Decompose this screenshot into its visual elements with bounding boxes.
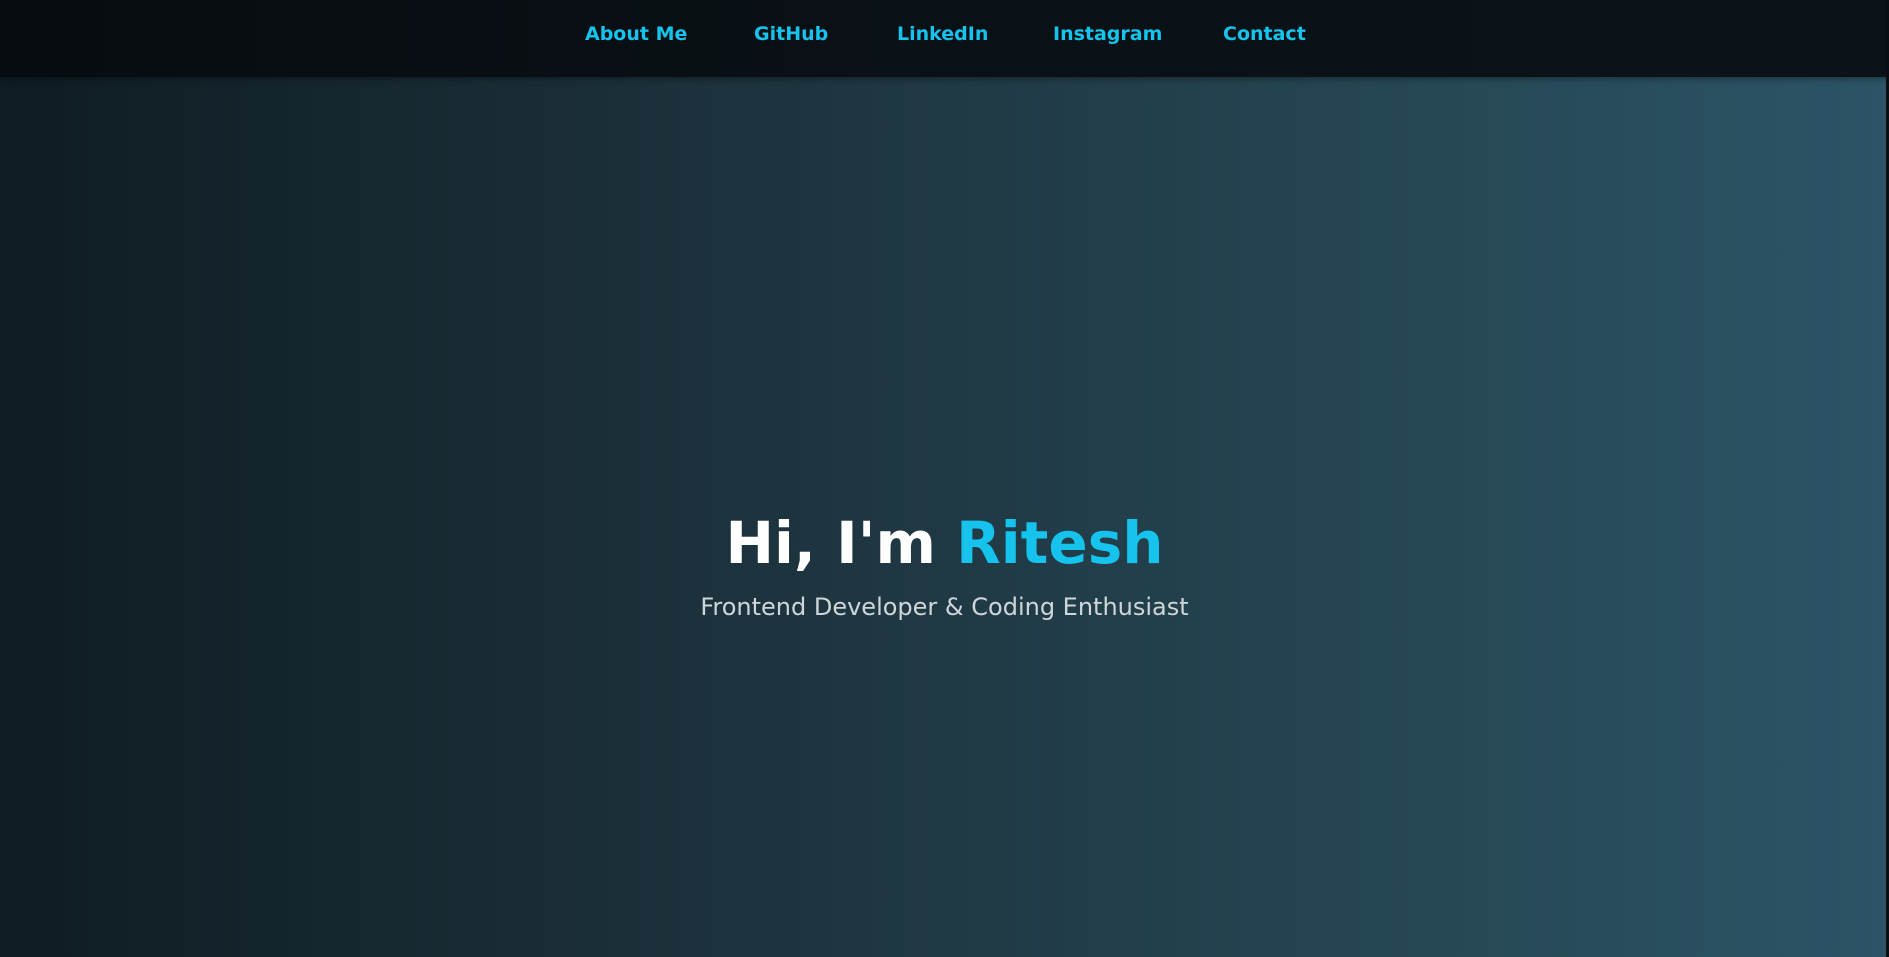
nav-link-linkedin[interactable]: LinkedIn <box>897 22 988 46</box>
nav-link-instagram[interactable]: Instagram <box>1053 22 1162 46</box>
top-navbar: About Me GitHub LinkedIn Instagram Conta… <box>0 0 1889 77</box>
nav-link-github[interactable]: GitHub <box>754 22 828 46</box>
hero-subtitle: Frontend Developer & Coding Enthusiast <box>700 593 1189 621</box>
nav-link-contact[interactable]: Contact <box>1223 22 1306 46</box>
nav-link-about-me[interactable]: About Me <box>585 22 687 46</box>
hero-name: Ritesh <box>956 509 1164 577</box>
hero-section: Hi, I'm Ritesh Frontend Developer & Codi… <box>0 500 1889 622</box>
hero-greeting: Hi, I'm <box>725 509 957 577</box>
hero-title: Hi, I'm Ritesh <box>0 500 1889 586</box>
nav-links: About Me GitHub LinkedIn Instagram Conta… <box>0 0 1889 70</box>
